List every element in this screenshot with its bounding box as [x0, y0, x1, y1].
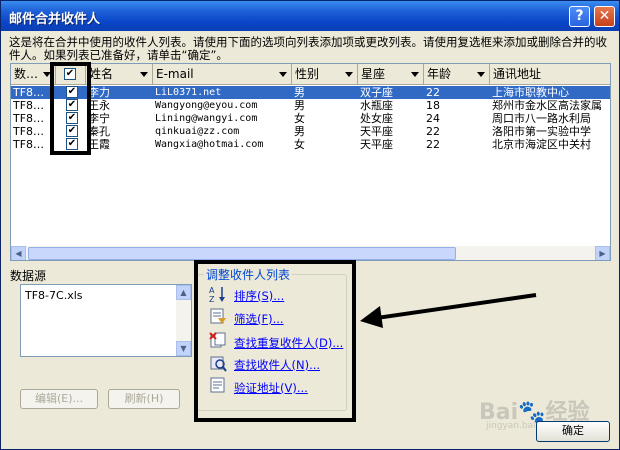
sort-arrow-icon	[411, 72, 419, 77]
cell-email: Wangyong@eyou.com	[155, 100, 258, 111]
annotation-box-checkboxes	[50, 62, 91, 155]
cell-name: 秦孔	[88, 125, 110, 138]
cell-gender: 男	[294, 99, 305, 112]
cell-email: Wangxia@hotmai.com	[155, 139, 264, 150]
cell-address: 郑州市金水区高法家属	[492, 99, 602, 112]
col-header-label: 星座	[361, 67, 386, 81]
cell-age: 22	[426, 125, 440, 138]
cell-address: 北京市海淀区中关村	[492, 138, 591, 151]
annotation-arrow-icon	[360, 293, 537, 328]
col-header-label: E-mail	[156, 67, 194, 81]
close-button[interactable]: ✕	[594, 6, 615, 27]
cell-email: Lining@wangyi.com	[155, 113, 258, 124]
cell-address: 周口市八一路水利局	[492, 112, 591, 125]
cell-name: 李宁	[88, 112, 110, 125]
col-header-label: 年龄	[427, 67, 452, 81]
cell-age: 18	[426, 99, 440, 112]
col-header-address[interactable]: 通讯地址	[490, 64, 610, 85]
help-button[interactable]: ?	[569, 6, 590, 27]
scroll-right-icon[interactable]: ▶	[595, 246, 610, 260]
scroll-up-icon[interactable]: ▲	[176, 285, 191, 300]
col-header-age[interactable]: 年龄	[424, 64, 490, 85]
cell-sign: 天平座	[360, 125, 393, 138]
sort-arrow-icon	[345, 72, 353, 77]
cell-email: LiL0371.net	[155, 87, 222, 98]
mail-merge-recipients-dialog: 邮件合并收件人 ? ✕ 这是将在合并中使用的收件人列表。请使用下面的选项向列表添…	[0, 0, 620, 450]
horizontal-scrollbar[interactable]: ◀ ▶	[11, 246, 610, 260]
cell-gender: 男	[294, 86, 305, 99]
edit-button[interactable]: 编辑(E)...	[20, 389, 98, 409]
cell-address: 上海市职教中心	[492, 86, 569, 99]
sort-arrow-icon	[477, 72, 485, 77]
col-header-gender[interactable]: 性别	[292, 64, 358, 85]
cell-gender: 男	[294, 125, 305, 138]
col-header-label: 通讯地址	[493, 67, 542, 81]
cell-name: 王永	[88, 99, 110, 112]
datasource-label: 数据源	[10, 269, 47, 283]
annotation-box-adjust	[194, 260, 356, 422]
scroll-down-icon[interactable]: ▼	[176, 341, 191, 356]
cell-age: 24	[426, 112, 440, 125]
col-header-sign[interactable]: 星座	[358, 64, 424, 85]
vertical-scrollbar[interactable]: ▲ ▼	[176, 285, 191, 356]
scroll-left-icon[interactable]: ◀	[11, 246, 26, 260]
datasource-item[interactable]: TF8-7C.xls	[25, 289, 83, 302]
col-header-email[interactable]: E-mail	[153, 64, 292, 85]
col-header-label: 数…	[14, 67, 39, 81]
refresh-button[interactable]: 刷新(H)	[108, 389, 180, 409]
cell-email: qinkuai@zz.com	[155, 126, 240, 137]
cell-sign: 水瓶座	[360, 99, 393, 112]
table-row[interactable]: TF8… 王永 Wangyong@eyou.com 男水瓶座 18 郑州市金水区高法家属 ✔	[11, 99, 610, 112]
sort-arrow-icon	[279, 72, 287, 77]
recipient-table: 数… ✔ 姓名 E-mail 性别 星座 年龄 通讯地址 TF8… 李力 LiL03…	[10, 63, 611, 261]
table-row[interactable]: TF8… 李力 LiL0371.net 男双子座 22 上海市职教中心 ✔	[11, 86, 610, 99]
cell-age: 22	[426, 86, 440, 99]
title-bar[interactable]: 邮件合并收件人 ? ✕	[1, 1, 619, 31]
cell-name: 王霞	[88, 138, 110, 151]
table-row[interactable]: TF8… 秦孔 qinkuai@zz.com 男天平座 22 洛阳市第一实验中学 ✔	[11, 125, 610, 138]
cell-gender: 女	[294, 112, 305, 125]
sort-arrow-icon	[140, 72, 148, 77]
cell-gender: 女	[294, 138, 305, 151]
cell-sign: 处女座	[360, 112, 393, 125]
cell-address: 洛阳市第一实验中学	[492, 125, 591, 138]
dialog-description: 这是将在合并中使用的收件人列表。请使用下面的选项向列表添加项或更改列表。请使用复…	[9, 35, 607, 62]
col-header-name[interactable]: 姓名	[86, 64, 153, 85]
window-title: 邮件合并收件人	[9, 12, 101, 27]
scrollbar-thumb[interactable]	[28, 247, 456, 260]
cell-name: 李力	[88, 86, 110, 99]
cell-age: 22	[426, 138, 440, 151]
table-row[interactable]: TF8… 王霞 Wangxia@hotmai.com 女天平座 22 北京市海淀区中关村 ✔	[11, 138, 610, 151]
col-header-label: 性别	[295, 67, 320, 81]
cell-sign: 双子座	[360, 86, 393, 99]
col-header-label: 姓名	[89, 67, 114, 81]
cell-sign: 天平座	[360, 138, 393, 151]
table-row[interactable]: TF8… 李宁 Lining@wangyi.com 女处女座 24 周口市八一路水利局 ✔	[11, 112, 610, 125]
ok-button[interactable]: 确定	[536, 421, 610, 442]
datasource-list[interactable]: TF8-7C.xls ▲ ▼	[20, 284, 192, 357]
